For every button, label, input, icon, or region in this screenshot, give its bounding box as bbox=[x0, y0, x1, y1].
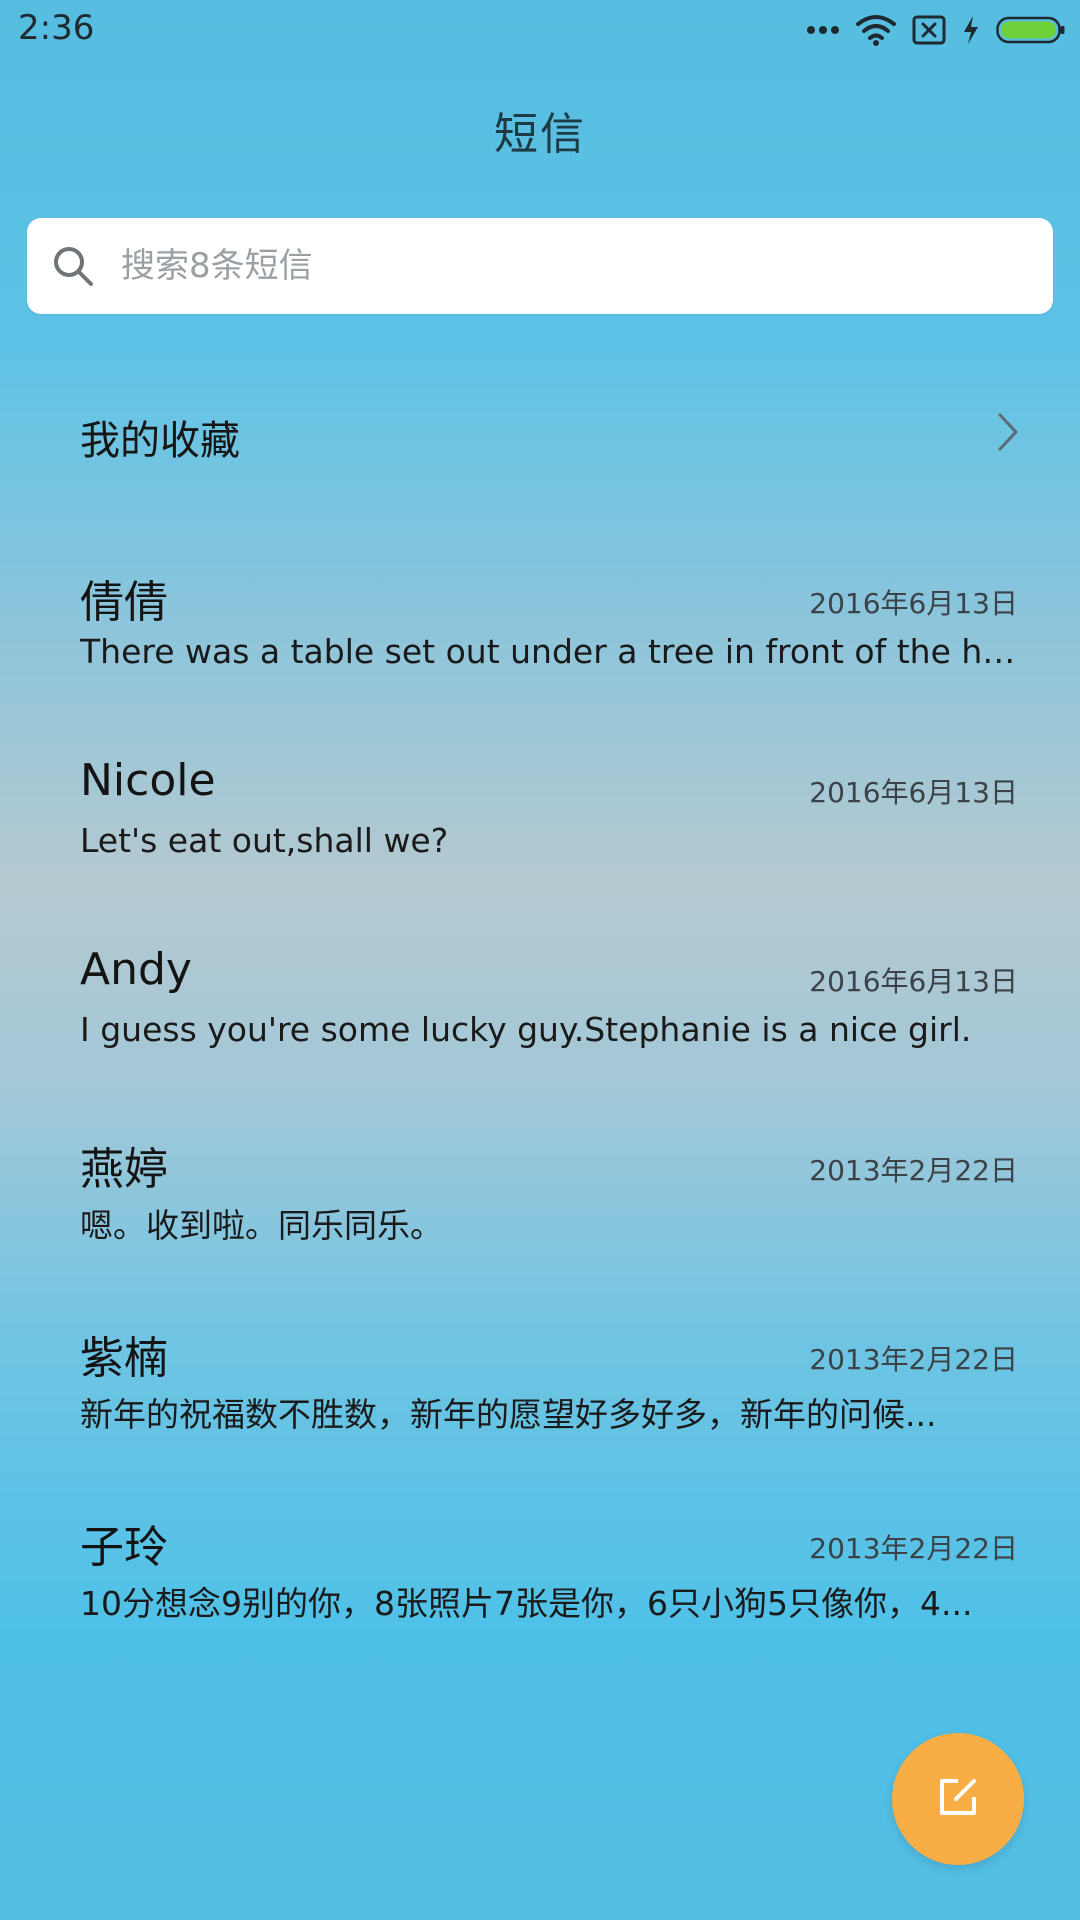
message-preview: Let's eat out,shall we? bbox=[80, 821, 449, 860]
message-preview: 10分想念9别的你，8张照片7张是你，6只小狗5只像你，4... bbox=[80, 1584, 973, 1623]
messages-screen: 2:36 短信 搜索8条短信 我的收藏 倩倩 2016年6月13日 There … bbox=[0, 0, 1080, 1920]
conversation-item[interactable]: Andy 2016年6月13日 I guess you're some luck… bbox=[0, 928, 1080, 1117]
status-icons bbox=[806, 10, 1066, 50]
contact-name: Andy bbox=[80, 944, 192, 995]
battery-icon bbox=[996, 15, 1066, 45]
search-box[interactable] bbox=[27, 218, 1053, 314]
favorites-label: 我的收藏 bbox=[80, 418, 240, 464]
sim-error-icon bbox=[912, 15, 946, 45]
message-date: 2013年2月22日 bbox=[809, 1343, 1018, 1376]
message-preview: There was a table set out under a tree i… bbox=[80, 632, 1020, 671]
message-preview: 嗯。收到啦。同乐同乐。 bbox=[80, 1206, 443, 1245]
conversation-item[interactable]: 子玲 2013年2月22日 10分想念9别的你，8张照片7张是你，6只小狗5只像… bbox=[0, 1495, 1080, 1684]
favorites-row[interactable]: 我的收藏 bbox=[0, 380, 1080, 480]
charging-bolt-icon bbox=[962, 15, 980, 45]
search-input[interactable] bbox=[115, 218, 1021, 314]
compose-button[interactable] bbox=[892, 1733, 1024, 1865]
chevron-right-icon bbox=[996, 412, 1020, 452]
message-date: 2016年6月13日 bbox=[809, 965, 1018, 998]
message-date: 2013年2月22日 bbox=[809, 1154, 1018, 1187]
conversation-item[interactable]: 倩倩 2016年6月13日 There was a table set out … bbox=[0, 550, 1080, 739]
conversation-item[interactable]: 燕婷 2013年2月22日 嗯。收到啦。同乐同乐。 bbox=[0, 1117, 1080, 1306]
status-bar: 2:36 bbox=[0, 0, 1080, 62]
compose-icon bbox=[936, 1775, 980, 1823]
contact-name: 倩倩 bbox=[80, 577, 168, 628]
message-preview: I guess you're some lucky guy.Stephanie … bbox=[80, 1010, 972, 1049]
contact-name: 子玲 bbox=[80, 1522, 168, 1573]
message-preview: 新年的祝福数不胜数，新年的愿望好多好多，新年的问候... bbox=[80, 1395, 937, 1434]
status-time: 2:36 bbox=[18, 8, 95, 48]
contact-name: 紫楠 bbox=[80, 1333, 168, 1384]
message-date: 2016年6月13日 bbox=[809, 776, 1018, 809]
page-title: 短信 bbox=[494, 109, 586, 160]
more-dots-icon bbox=[806, 25, 840, 35]
conversation-list: 倩倩 2016年6月13日 There was a table set out … bbox=[0, 550, 1080, 1684]
conversation-item[interactable]: Nicole 2016年6月13日 Let's eat out,shall we… bbox=[0, 739, 1080, 928]
contact-name: 燕婷 bbox=[80, 1144, 168, 1195]
wifi-icon bbox=[856, 14, 896, 46]
message-date: 2013年2月22日 bbox=[809, 1532, 1018, 1565]
contact-name: Nicole bbox=[80, 755, 216, 806]
conversation-item[interactable]: 紫楠 2013年2月22日 新年的祝福数不胜数，新年的愿望好多好多，新年的问候.… bbox=[0, 1306, 1080, 1495]
message-date: 2016年6月13日 bbox=[809, 587, 1018, 620]
search-icon bbox=[49, 242, 97, 290]
